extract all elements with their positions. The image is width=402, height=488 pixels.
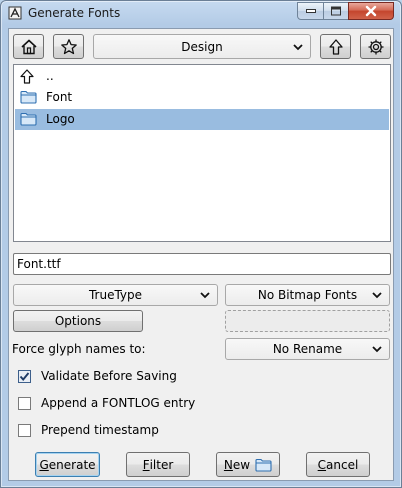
generate-label-rest: enerate [48, 457, 96, 472]
list-item-label: .. [46, 69, 54, 83]
checkmark-icon [19, 372, 30, 381]
directory-value: Design [181, 39, 223, 54]
chevron-down-icon [372, 292, 382, 299]
maximize-icon [331, 6, 341, 16]
filter-mnemonic: F [142, 457, 150, 472]
list-item-parent[interactable]: .. [15, 66, 389, 87]
new-folder-button[interactable]: New [216, 452, 280, 477]
validate-label[interactable]: Validate Before Saving [41, 369, 177, 383]
list-item-label: Logo [46, 112, 75, 126]
chevron-down-icon [372, 346, 382, 353]
list-item-label: Font [46, 90, 73, 104]
parent-directory-button[interactable] [320, 34, 351, 59]
font-format-value: TrueType [88, 288, 143, 302]
glyph-rename-value: No Rename [272, 342, 343, 356]
force-glyph-label: Force glyph names to: [12, 342, 146, 356]
chevron-down-icon [293, 43, 303, 50]
close-button[interactable] [348, 2, 394, 20]
timestamp-checkbox[interactable] [18, 424, 31, 437]
settings-button[interactable] [360, 34, 391, 59]
filter-label-rest: ilter [149, 457, 174, 472]
directory-select[interactable]: Design [93, 34, 311, 59]
parent-directory-icon [20, 69, 34, 84]
filename-input[interactable] [13, 253, 391, 275]
cancel-button[interactable]: Cancel [306, 452, 370, 477]
window-title: Generate Fonts [28, 6, 121, 20]
font-format-select[interactable]: TrueType [13, 284, 218, 306]
timestamp-label[interactable]: Prepend timestamp [41, 423, 159, 437]
folder-icon [255, 458, 272, 472]
bitmap-fonts-value: No Bitmap Fonts [257, 288, 358, 302]
bitmap-resolution-field[interactable] [225, 310, 390, 332]
file-list[interactable]: .. Font Logo [13, 64, 391, 242]
filter-button[interactable]: Filter [126, 452, 190, 477]
maximize-button[interactable] [323, 2, 349, 20]
new-label-rest: ew [232, 457, 251, 472]
minimize-button[interactable] [297, 2, 324, 20]
generate-mnemonic: G [39, 457, 49, 472]
home-icon [20, 38, 37, 54]
cancel-label-rest: ancel [326, 457, 359, 472]
gear-icon [368, 39, 383, 54]
title-bar[interactable]: Generate Fonts [1, 1, 401, 27]
home-button[interactable] [13, 34, 44, 59]
close-icon [365, 5, 377, 17]
list-item-logo[interactable]: Logo [15, 109, 389, 130]
arrow-up-icon [328, 38, 343, 55]
dialog-client-area: Design .. Font Logo Font.ttf TrueType No… [8, 28, 394, 481]
bitmap-fonts-select[interactable]: No Bitmap Fonts [225, 284, 390, 306]
validate-checkbox[interactable] [18, 370, 31, 383]
chevron-down-icon [200, 292, 210, 299]
fontlog-label[interactable]: Append a FONTLOG entry [41, 396, 195, 410]
app-icon [8, 6, 22, 20]
options-button[interactable]: Options [13, 310, 143, 332]
generate-button[interactable]: Generate [35, 452, 100, 477]
star-icon [60, 38, 77, 54]
folder-icon [20, 90, 37, 104]
minimize-icon [305, 9, 316, 13]
glyph-rename-select[interactable]: No Rename [225, 338, 390, 360]
new-mnemonic: N [223, 457, 233, 472]
bookmarks-button[interactable] [53, 34, 84, 59]
list-item-font[interactable]: Font [15, 87, 389, 108]
generate-fonts-window: Generate Fonts Design .. Font Logo Font.… [0, 0, 402, 488]
fontlog-checkbox[interactable] [18, 397, 31, 410]
cancel-mnemonic: C [317, 457, 327, 472]
options-label: Options [54, 314, 102, 328]
folder-icon [20, 112, 37, 126]
